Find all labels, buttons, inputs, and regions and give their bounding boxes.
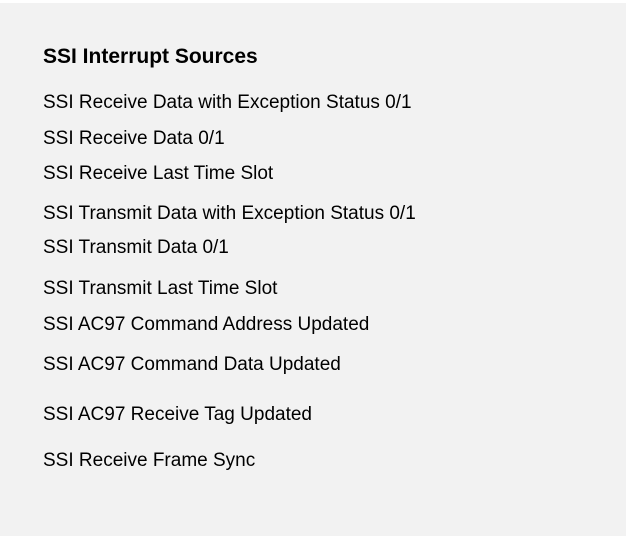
interrupt-source-item: SSI Receive Data with Exception Status 0… [43,92,412,113]
interrupt-source-item: SSI Transmit Last Time Slot [43,278,278,299]
interrupt-source-item: SSI Receive Data 0/1 [43,128,225,149]
interrupt-source-item: SSI Transmit Data 0/1 [43,237,229,258]
interrupt-source-item: SSI AC97 Receive Tag Updated [43,404,312,425]
interrupt-sources-panel: SSI Interrupt Sources SSI Receive Data w… [0,3,626,536]
interrupt-source-item: SSI Transmit Data with Exception Status … [43,203,416,224]
interrupt-source-item: SSI Receive Frame Sync [43,450,256,471]
panel-title: SSI Interrupt Sources [43,45,258,68]
interrupt-source-item: SSI AC97 Command Data Updated [43,354,341,375]
interrupt-source-item: SSI AC97 Command Address Updated [43,314,370,335]
interrupt-source-item: SSI Receive Last Time Slot [43,163,274,184]
